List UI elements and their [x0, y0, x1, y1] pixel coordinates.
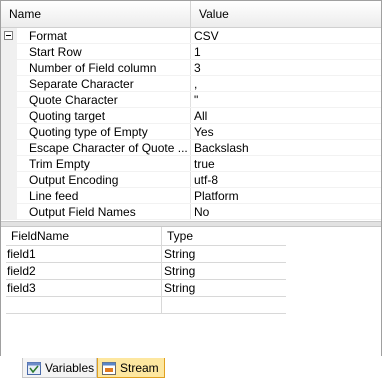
property-value[interactable]: All: [191, 108, 381, 124]
property-grid-header: Name Value: [1, 1, 381, 28]
property-name: Trim Empty: [17, 156, 191, 172]
property-value[interactable]: utf-8: [191, 172, 381, 188]
property-row-line-feed[interactable]: Line feed Platform: [1, 188, 381, 204]
tab-label: Stream: [120, 361, 159, 375]
property-name: Number of Field column: [17, 60, 191, 76]
field-name-cell[interactable]: field1: [6, 246, 162, 262]
property-value[interactable]: 1: [191, 44, 381, 60]
row-gutter: [1, 28, 17, 44]
property-name: Format: [17, 28, 191, 44]
property-value[interactable]: Platform: [191, 188, 381, 204]
field-type-cell[interactable]: String: [162, 246, 286, 262]
property-row-output-encoding[interactable]: Output Encoding utf-8: [1, 172, 381, 188]
table-row[interactable]: field2 String: [6, 263, 286, 280]
property-name: Start Row: [17, 44, 191, 60]
property-value[interactable]: 3: [191, 60, 381, 76]
property-name: Output Field Names: [17, 204, 191, 220]
field-table-header: FieldName Type: [6, 227, 286, 246]
property-name: Quoting type of Empty: [17, 124, 191, 140]
property-row-quoting-target[interactable]: Quoting target All: [1, 108, 381, 124]
field-name-cell[interactable]: [6, 297, 162, 313]
field-name-cell[interactable]: field3: [6, 280, 162, 296]
tab-label: Variables: [45, 361, 95, 375]
property-value[interactable]: Yes: [191, 124, 381, 140]
property-value[interactable]: No: [191, 204, 381, 220]
property-row-output-field-names[interactable]: Output Field Names No: [1, 204, 381, 220]
column-header-type[interactable]: Type: [162, 227, 286, 245]
property-name: Escape Character of Quote ...: [17, 140, 191, 156]
field-table: FieldName Type field1 String field2 Stri…: [6, 227, 286, 314]
bottom-tab-strip: Variables Stream: [0, 356, 382, 380]
property-row-separate-character[interactable]: Separate Character ,: [1, 76, 381, 92]
column-header-name[interactable]: Name: [1, 1, 191, 27]
property-value[interactable]: ,: [191, 76, 381, 92]
table-row[interactable]: field3 String: [6, 280, 286, 297]
tab-stream[interactable]: Stream: [97, 358, 165, 378]
column-header-fieldname[interactable]: FieldName: [6, 227, 162, 245]
property-name: Quote Character: [17, 92, 191, 108]
property-value[interactable]: true: [191, 156, 381, 172]
column-header-value[interactable]: Value: [191, 1, 381, 27]
table-row[interactable]: field1 String: [6, 246, 286, 263]
stream-icon: [102, 361, 116, 375]
property-name: Separate Character: [17, 76, 191, 92]
property-row-number-of-field-column[interactable]: Number of Field column 3: [1, 60, 381, 76]
tab-variables[interactable]: Variables: [22, 358, 97, 378]
property-name: Output Encoding: [17, 172, 191, 188]
property-row-escape-character[interactable]: Escape Character of Quote ... Backslash: [1, 140, 381, 156]
property-name: Line feed: [17, 188, 191, 204]
property-category-format[interactable]: Format CSV: [1, 28, 381, 44]
field-name-cell[interactable]: field2: [6, 263, 162, 279]
properties-panel: Name Value Format CSV Start Row 1 Number…: [0, 0, 382, 357]
property-row-start-row[interactable]: Start Row 1: [1, 44, 381, 60]
table-row-new[interactable]: [6, 297, 286, 314]
property-grid: Format CSV Start Row 1 Number of Field c…: [1, 28, 381, 220]
property-value[interactable]: Backslash: [191, 140, 381, 156]
variables-icon: [27, 361, 41, 375]
property-name: Quoting target: [17, 108, 191, 124]
property-row-quoting-type-of-empty[interactable]: Quoting type of Empty Yes: [1, 124, 381, 140]
property-value[interactable]: ": [191, 92, 381, 108]
field-type-cell[interactable]: String: [162, 280, 286, 296]
field-type-cell[interactable]: [162, 297, 286, 313]
property-value[interactable]: CSV: [191, 28, 381, 44]
property-row-quote-character[interactable]: Quote Character ": [1, 92, 381, 108]
property-row-trim-empty[interactable]: Trim Empty true: [1, 156, 381, 172]
collapse-icon[interactable]: [4, 31, 13, 40]
field-type-cell[interactable]: String: [162, 263, 286, 279]
